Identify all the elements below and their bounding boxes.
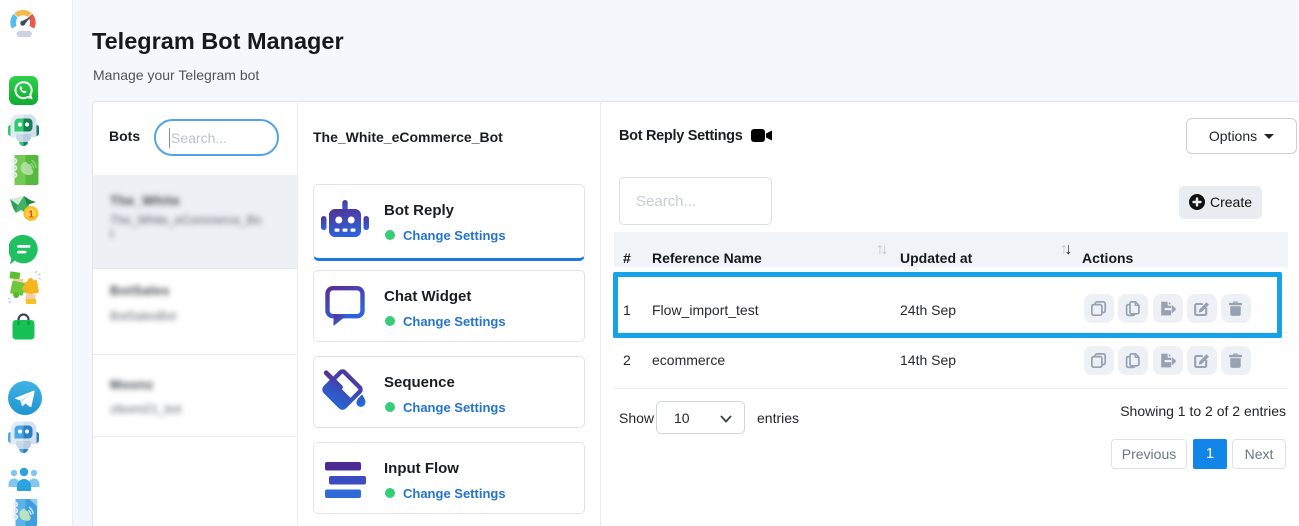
svg-text:1: 1	[28, 209, 34, 221]
